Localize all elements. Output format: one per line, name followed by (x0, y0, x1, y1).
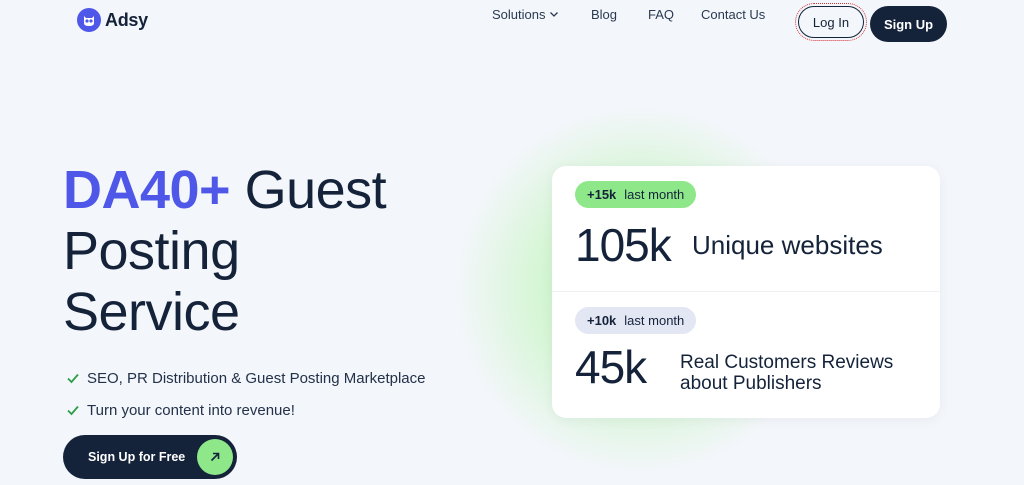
chevron-down-icon (550, 12, 559, 17)
nav-faq[interactable]: FAQ (648, 7, 674, 22)
badge-label: last month (624, 313, 685, 328)
badge-delta: +15k (587, 187, 617, 202)
websites-count: 105k (575, 219, 672, 271)
badge-delta: +10k (587, 313, 617, 328)
logo[interactable]: Adsy (77, 8, 148, 32)
arrow-up-right-icon (197, 439, 233, 475)
feature-text: SEO, PR Distribution & Guest Posting Mar… (87, 369, 426, 387)
feature-item: SEO, PR Distribution & Guest Posting Mar… (66, 362, 425, 394)
reviews-count: 45k (575, 341, 647, 393)
stats-card: +15k last month 105k Unique websites +10… (552, 166, 940, 418)
check-icon (67, 373, 79, 384)
cta-label: Sign Up for Free (88, 450, 186, 464)
reviews-delta-badge: +10k last month (575, 307, 697, 334)
nav-solutions-label: Solutions (492, 6, 546, 22)
websites-label: Unique websites (692, 230, 883, 260)
hero-title-line-3: Service (63, 282, 240, 342)
feature-list: SEO, PR Distribution & Guest Posting Mar… (66, 362, 425, 426)
reviews-label: Real Customers Reviews about Publishers (680, 352, 920, 394)
signup-free-button[interactable]: Sign Up for Free (63, 435, 237, 479)
nav-blog[interactable]: Blog (591, 7, 617, 22)
reviews-label-line-1: Real Customers Reviews (680, 352, 894, 373)
nav-contact[interactable]: Contact Us (701, 7, 765, 22)
check-icon (67, 405, 79, 416)
signup-button[interactable]: Sign Up (870, 6, 947, 42)
reviews-label-line-2: about Publishers (680, 373, 822, 394)
nav-solutions[interactable]: Solutions (492, 7, 559, 22)
hero-title-line-1: Guest (230, 160, 387, 220)
badge-label: last month (624, 187, 685, 202)
owl-icon (77, 8, 101, 32)
login-button[interactable]: Log In (795, 3, 867, 41)
feature-item: Turn your content into revenue! (66, 394, 425, 426)
feature-text: Turn your content into revenue! (87, 401, 295, 419)
hero-title-line-2: Posting (63, 221, 240, 281)
logo-text: Adsy (105, 9, 148, 30)
hero-title-accent: DA40+ (63, 160, 231, 220)
hero-title: DA40+ Guest Posting Service (63, 160, 387, 343)
card-divider (552, 291, 940, 292)
websites-delta-badge: +15k last month (575, 181, 697, 208)
